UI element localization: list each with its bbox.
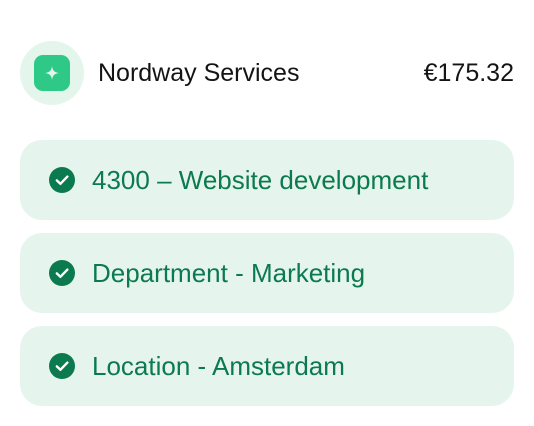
department-tag[interactable]: Department - Marketing xyxy=(20,233,514,313)
check-circle-icon xyxy=(49,167,75,193)
transaction-card: Nordway Services €175.32 4300 – Website … xyxy=(0,0,534,426)
transaction-amount: €175.32 xyxy=(423,59,514,87)
location-tag-label: Location - Amsterdam xyxy=(92,351,345,381)
vendor-row[interactable]: Nordway Services €175.32 xyxy=(20,41,514,105)
check-circle-icon xyxy=(49,260,75,286)
vendor-name: Nordway Services xyxy=(98,59,300,87)
vendor-avatar xyxy=(20,41,84,105)
department-tag-label: Department - Marketing xyxy=(92,258,366,288)
category-tag[interactable]: 4300 – Website development xyxy=(20,140,514,220)
category-tag-label: 4300 – Website development xyxy=(92,165,429,195)
clover-logo-icon xyxy=(34,55,70,91)
check-circle-icon xyxy=(49,353,75,379)
location-tag[interactable]: Location - Amsterdam xyxy=(20,326,514,406)
